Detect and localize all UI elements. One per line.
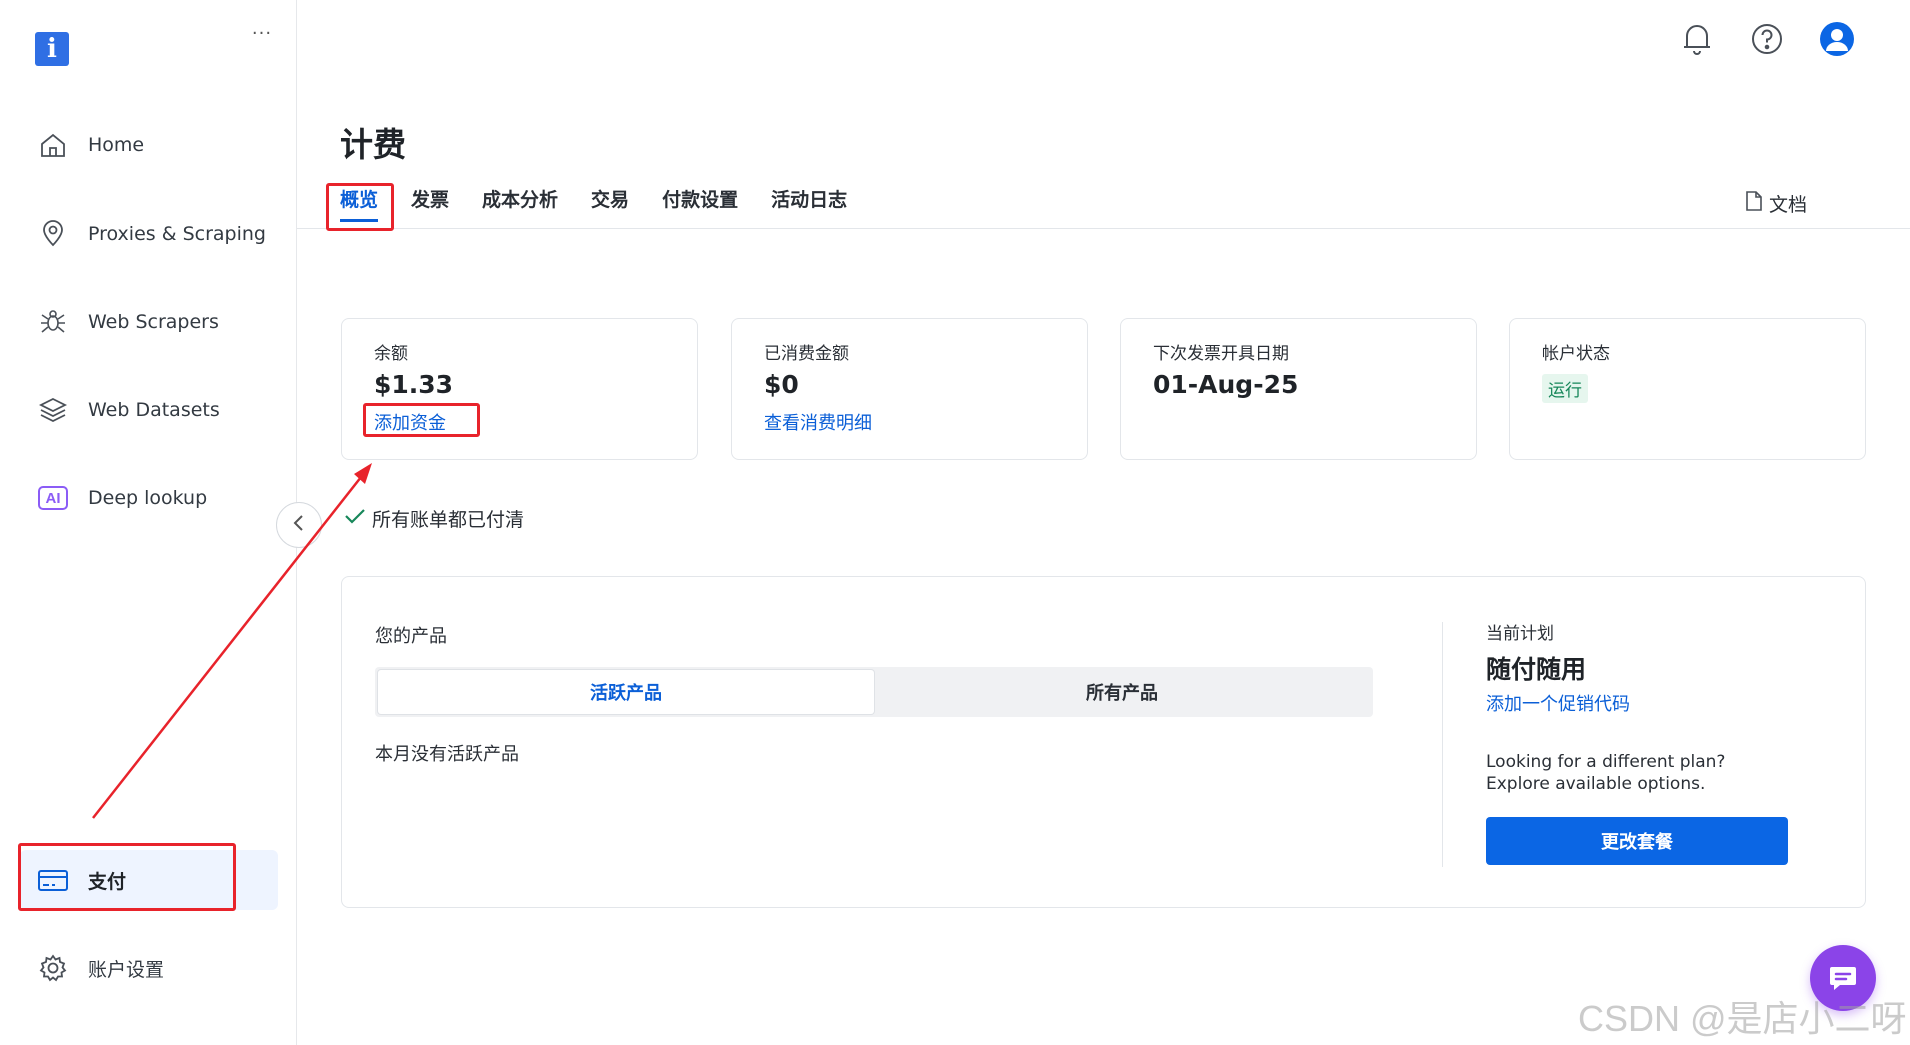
watermark: CSDN @是店小二呀 xyxy=(1578,998,1907,1039)
annotation-arrow xyxy=(92,463,372,819)
billing-app: i ··· Home Proxies & Scraping Web Scrape… xyxy=(0,0,1910,1045)
